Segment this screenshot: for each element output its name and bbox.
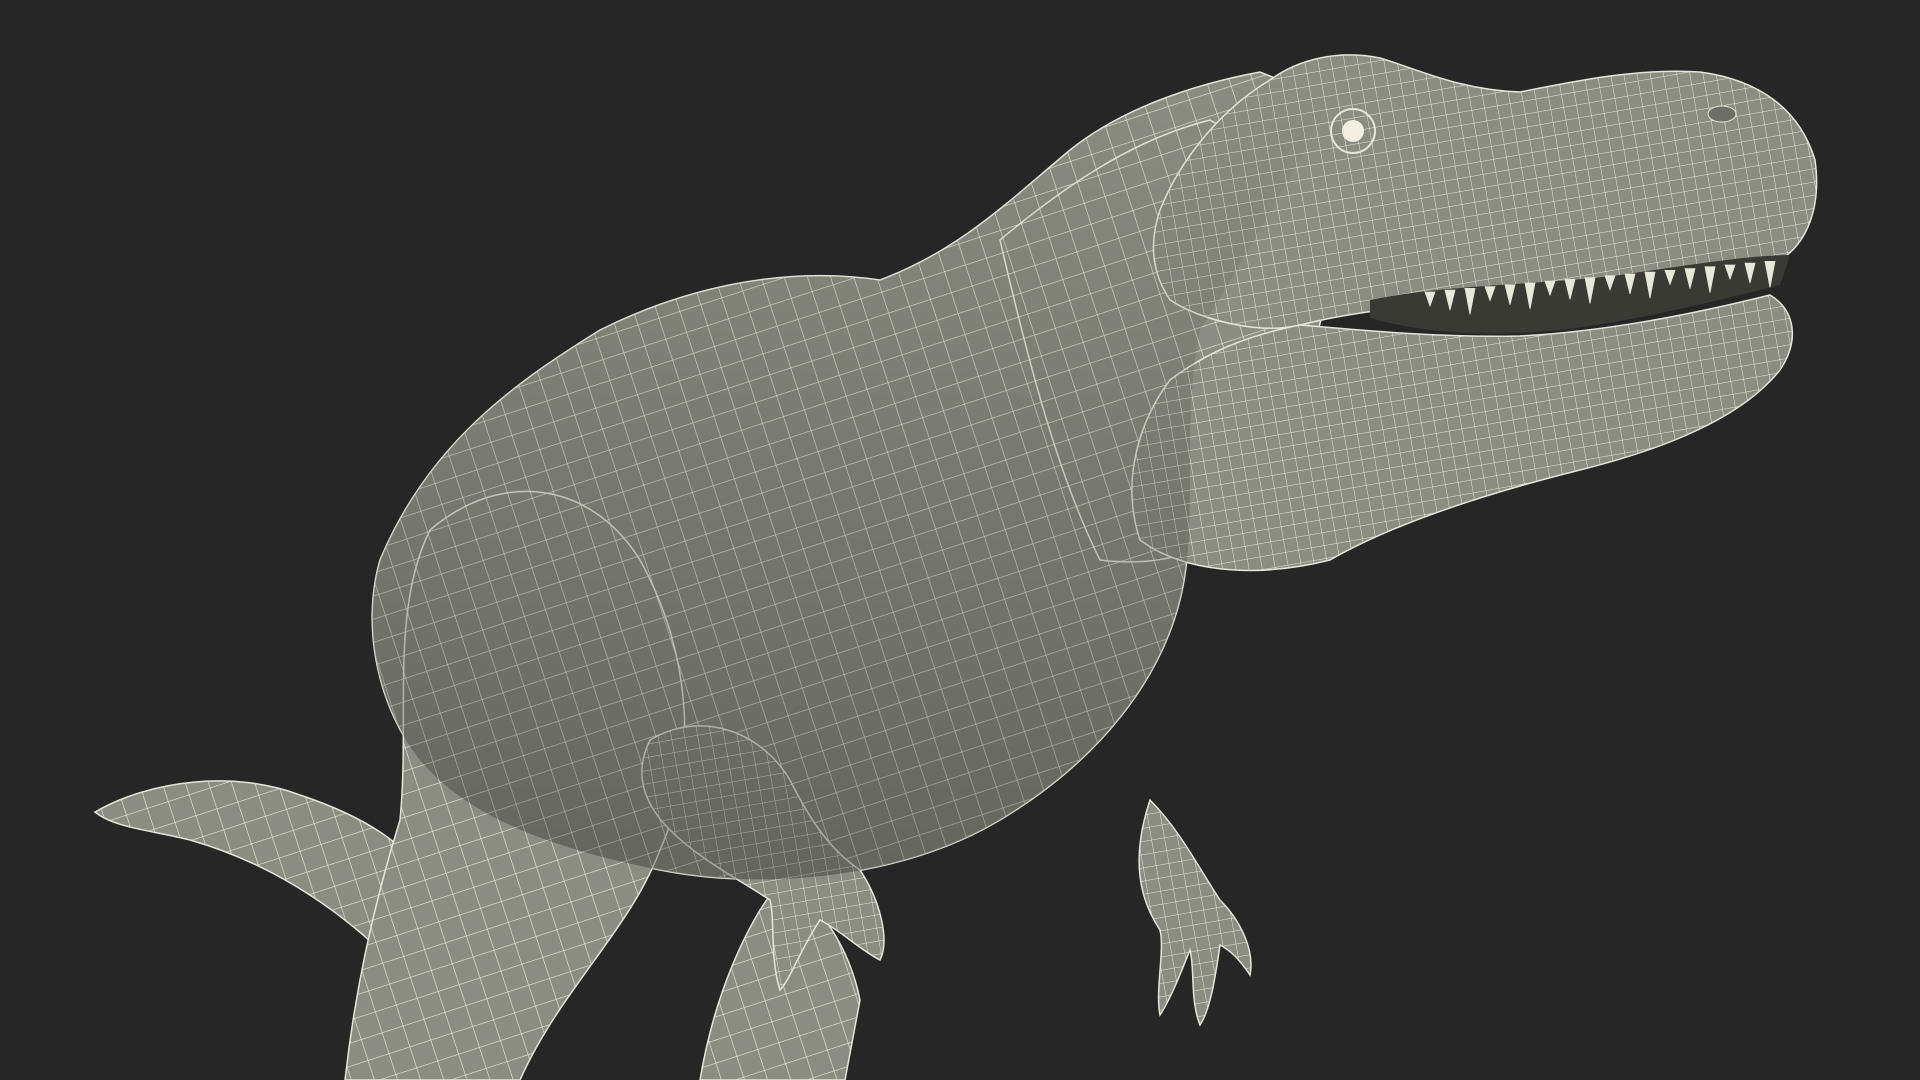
eye (1342, 120, 1364, 142)
trex-wireframe-render (93, 54, 1818, 1080)
render-viewport (0, 0, 1920, 1080)
body-shading (372, 72, 1330, 880)
nostril (1707, 105, 1737, 123)
arm-far (1138, 798, 1252, 1027)
